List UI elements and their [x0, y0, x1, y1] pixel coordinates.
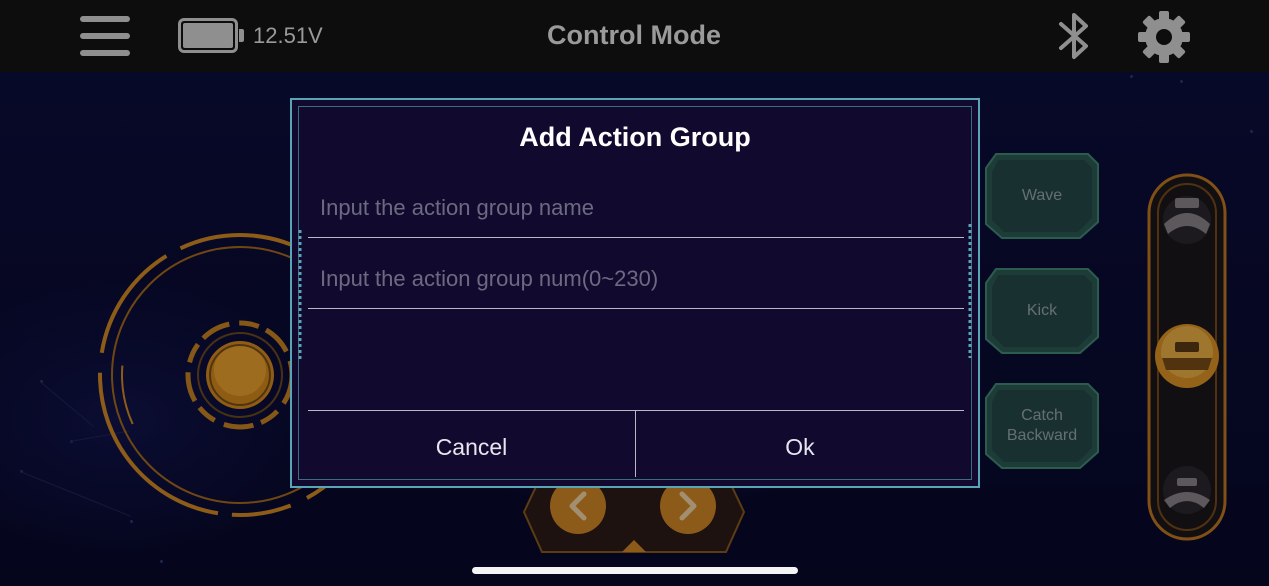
num-input-placeholder: Input the action group num(0~230) [320, 266, 659, 291]
action-group-num-input[interactable]: Input the action group num(0~230) [308, 249, 964, 309]
action-group-name-input[interactable]: Input the action group name [308, 178, 964, 238]
name-input-placeholder: Input the action group name [320, 195, 594, 220]
dialog-button-row: Cancel Ok [308, 410, 964, 477]
ok-button[interactable]: Ok [635, 411, 964, 477]
bluetooth-icon[interactable] [1056, 10, 1094, 62]
home-indicator[interactable] [472, 567, 798, 574]
battery-icon [178, 18, 244, 53]
cancel-button[interactable]: Cancel [308, 411, 635, 477]
dialog-left-decoration [298, 230, 302, 360]
gear-icon[interactable] [1137, 10, 1191, 64]
hamburger-menu-icon[interactable] [80, 16, 130, 56]
page-title: Control Mode [547, 20, 721, 50]
dialog-right-decoration [968, 224, 972, 358]
dialog-title: Add Action Group [519, 122, 751, 152]
top-bar: 12.51V Control Mode [0, 0, 1269, 72]
battery-voltage: 12.51V [253, 23, 323, 48]
add-action-group-dialog: Add Action Group Input the action group … [290, 98, 980, 488]
